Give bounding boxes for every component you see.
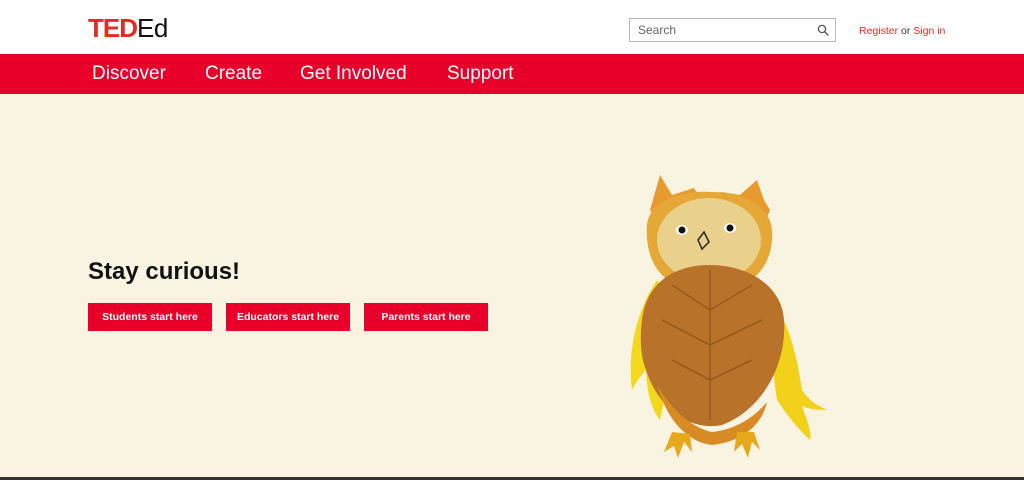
educators-start-button[interactable]: Educators start here (226, 303, 350, 331)
search-input[interactable] (638, 19, 808, 41)
nav-item-support[interactable]: Support (447, 63, 514, 85)
logo-ted-text: TED (88, 13, 138, 43)
auth-links: Register or Sign in (859, 25, 945, 37)
search-box (629, 18, 836, 42)
leaf-owl-illustration (630, 175, 827, 458)
nav-item-create[interactable]: Create (205, 63, 262, 85)
hero-title: Stay curious! (88, 258, 241, 285)
ted-ed-logo[interactable]: TED Ed (88, 14, 168, 42)
hero-section: Stay curious! Students start here Educat… (0, 94, 1024, 480)
main-nav: Discover Create Get Involved Support (0, 54, 1024, 94)
parents-start-button[interactable]: Parents start here (364, 303, 488, 331)
auth-or-text: or (901, 25, 911, 37)
sign-in-link[interactable]: Sign in (913, 25, 945, 37)
search-icon[interactable] (817, 24, 829, 36)
site-header: TEDEd Register or Sign in (0, 0, 1024, 54)
nav-item-get-involved[interactable]: Get Involved (300, 63, 407, 85)
logo-ed-text: Ed (137, 13, 168, 43)
nav-item-discover[interactable]: Discover (92, 63, 166, 85)
register-link[interactable]: Register (859, 25, 898, 37)
students-start-button[interactable]: Students start here (88, 303, 212, 331)
